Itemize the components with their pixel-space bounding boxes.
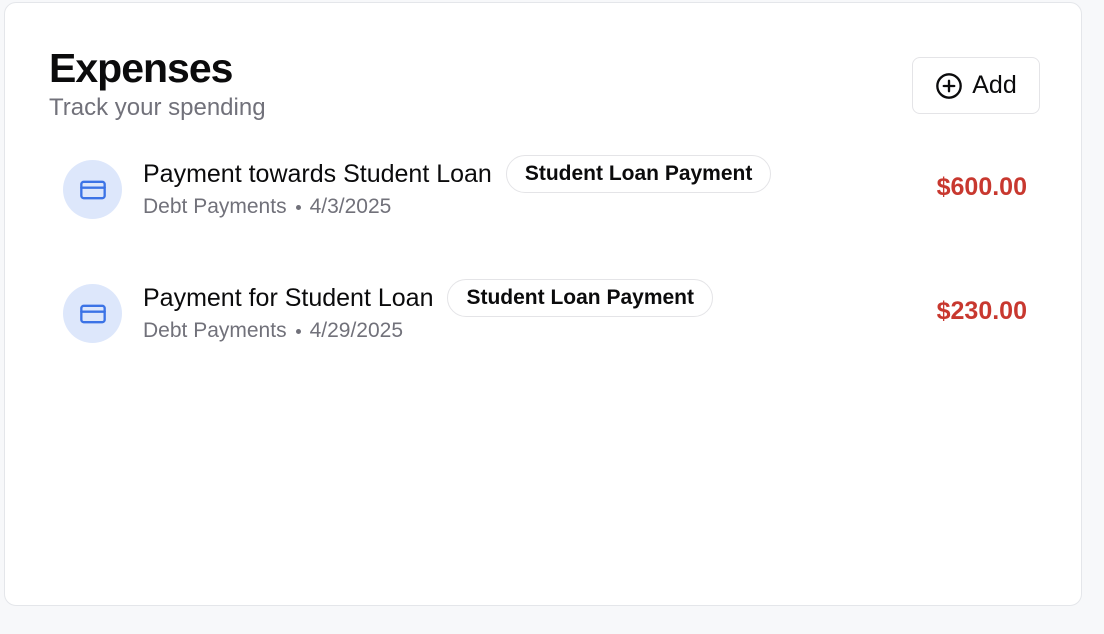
separator-dot: [295, 204, 301, 210]
separator-dot: [295, 328, 301, 334]
expense-meta: Debt Payments 4/3/2025: [143, 195, 391, 219]
plus-circle-icon: [935, 72, 963, 100]
expense-date: 4/3/2025: [309, 195, 392, 218]
expense-row[interactable]: Payment for Student Loan Student Loan Pa…: [63, 277, 1027, 347]
expense-category: Debt Payments: [143, 319, 287, 342]
page-subtitle: Track your spending: [49, 94, 266, 121]
expense-title: Payment towards Student Loan: [143, 159, 492, 188]
add-expense-button[interactable]: Add: [912, 57, 1040, 114]
expense-amount: $600.00: [936, 173, 1027, 201]
expense-tag-badge: Student Loan Payment: [447, 279, 713, 317]
expense-title-line: Payment towards Student Loan Student Loa…: [143, 155, 772, 193]
expense-tag-badge: Student Loan Payment: [505, 155, 772, 193]
expense-row[interactable]: Payment towards Student Loan Student Loa…: [63, 153, 1027, 223]
page-title: Expenses: [49, 45, 233, 91]
expense-title-line: Payment for Student Loan Student Loan Pa…: [143, 279, 713, 317]
expenses-card: Expenses Track your spending Add Payment…: [4, 2, 1082, 606]
expense-meta: Debt Payments 4/29/2025: [143, 319, 403, 343]
expense-title: Payment for Student Loan: [143, 283, 434, 312]
credit-card-icon: [63, 160, 122, 219]
expense-date: 4/29/2025: [309, 319, 404, 342]
credit-card-icon: [63, 284, 122, 343]
expense-amount: $230.00: [936, 297, 1027, 325]
expense-category: Debt Payments: [143, 195, 287, 218]
add-button-label: Add: [972, 71, 1017, 99]
